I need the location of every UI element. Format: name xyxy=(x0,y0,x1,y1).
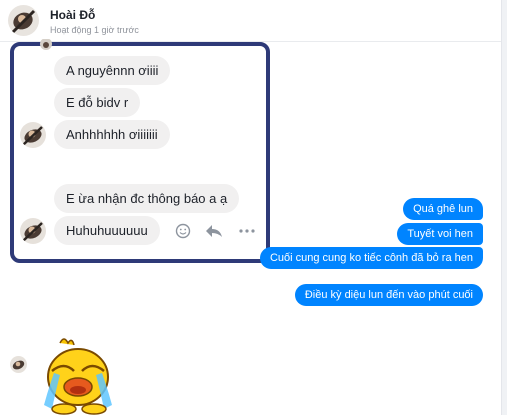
outgoing-message[interactable]: Điều kỳ diệu lun đến vào phút cuối xyxy=(294,284,483,306)
crying-duck-sticker[interactable] xyxy=(38,335,118,415)
contact-avatar[interactable] xyxy=(8,5,39,36)
outgoing-message[interactable]: Tuyết voi hen xyxy=(397,223,483,245)
scrollbar[interactable] xyxy=(501,0,507,415)
outgoing-message[interactable]: Cuối cung cung ko tiếc cônh đã bỏ ra hen xyxy=(259,247,483,269)
reply-arrow-icon[interactable] xyxy=(205,223,223,243)
sender-avatar[interactable] xyxy=(20,122,46,148)
active-status: Hoạt động 1 giờ trước xyxy=(50,25,139,35)
outgoing-message[interactable]: Quá ghê lun xyxy=(403,198,483,220)
incoming-message[interactable]: Huhuhuuuuuu xyxy=(54,216,160,245)
chat-window: Hoài Đỗ Hoạt động 1 giờ trước A nguyênnn… xyxy=(0,0,507,415)
sender-avatar[interactable] xyxy=(10,356,27,373)
sender-avatar[interactable] xyxy=(20,218,46,244)
seen-avatar xyxy=(40,38,52,50)
incoming-message[interactable]: E đỗ bidv r xyxy=(54,88,141,117)
smiley-icon[interactable] xyxy=(175,223,191,243)
incoming-message[interactable]: Anhhhhhh ơiiiiiii xyxy=(54,120,170,149)
incoming-message[interactable]: A nguyênnn ơiiii xyxy=(54,56,171,85)
conversation-header: Hoài Đỗ Hoạt động 1 giờ trước xyxy=(0,0,507,42)
more-dots-icon[interactable] xyxy=(238,223,256,243)
contact-name[interactable]: Hoài Đỗ xyxy=(50,8,95,22)
incoming-message[interactable]: E ừa nhận đc thông báo a ạ xyxy=(54,184,240,213)
